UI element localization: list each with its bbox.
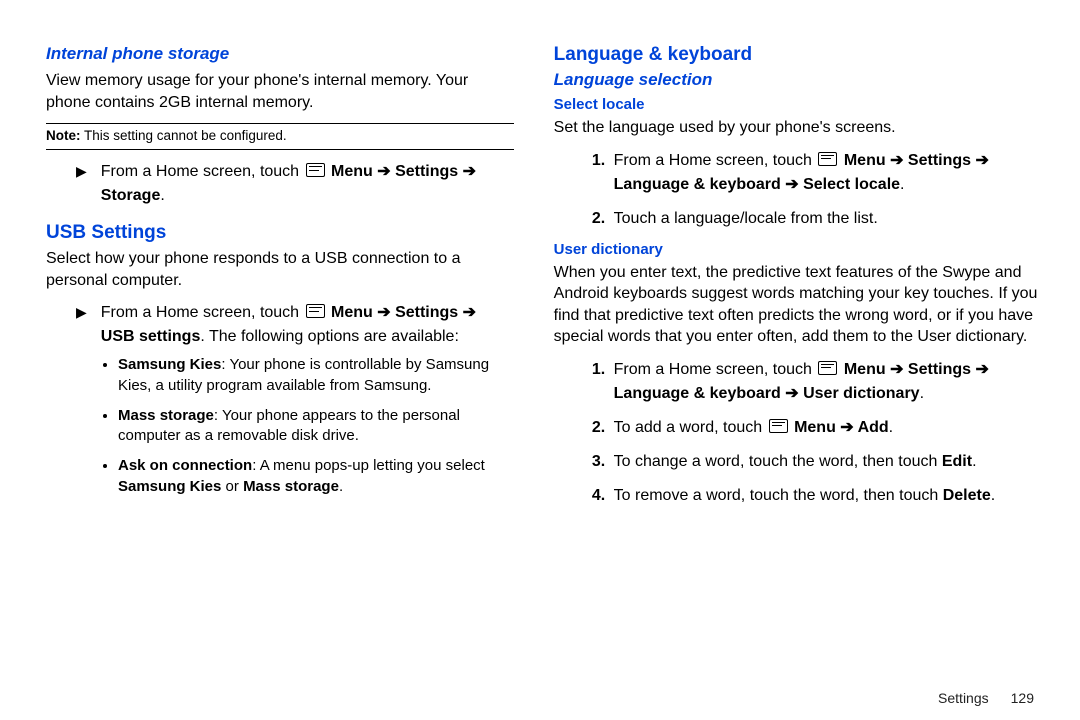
lk-label: Language & keyboard bbox=[614, 176, 781, 193]
arrow-icon: ➔ bbox=[781, 385, 803, 402]
text-fragment: . bbox=[889, 419, 893, 436]
text-fragment: . bbox=[920, 385, 924, 402]
list-item: Mass storage: Your phone appears to the … bbox=[118, 406, 514, 447]
arrow-icon: ➔ bbox=[458, 163, 476, 180]
menu-label: Menu bbox=[331, 163, 373, 180]
menu-icon bbox=[818, 152, 837, 166]
userdict-steps: From a Home screen, touch Menu ➔ Setting… bbox=[554, 358, 1040, 508]
delete-label: Delete bbox=[943, 487, 991, 504]
add-label: Add bbox=[858, 419, 889, 436]
footer-page-number: 129 bbox=[1011, 690, 1034, 706]
text-fragment: : A menu pops-up letting you select bbox=[252, 457, 485, 474]
text-fragment: From a Home screen, touch bbox=[101, 304, 304, 321]
right-column: Language & keyboard Language selection S… bbox=[554, 44, 1040, 720]
text-fragment: To add a word, touch bbox=[614, 419, 767, 436]
storage-label: Storage bbox=[101, 187, 161, 204]
settings-label: Settings bbox=[908, 152, 971, 169]
menu-label: Menu bbox=[844, 152, 886, 169]
para-locale: Set the language used by your phone's sc… bbox=[554, 117, 1040, 139]
para-user-dictionary: When you enter text, the predictive text… bbox=[554, 262, 1040, 348]
menu-label: Menu bbox=[844, 361, 886, 378]
text-fragment: . bbox=[160, 187, 164, 204]
para-usb: Select how your phone responds to a USB … bbox=[46, 248, 514, 291]
lk-label: Language & keyboard bbox=[614, 385, 781, 402]
option-label: Ask on connection bbox=[118, 457, 252, 474]
page-root: Internal phone storage View memory usage… bbox=[0, 0, 1080, 720]
usb-options-list: Samsung Kies: Your phone is controllable… bbox=[46, 355, 514, 497]
divider-top bbox=[46, 123, 514, 124]
step-usb: ▶ From a Home screen, touch Menu ➔ Setti… bbox=[76, 301, 514, 349]
step-storage: ▶ From a Home screen, touch Menu ➔ Setti… bbox=[76, 160, 514, 208]
list-item: Touch a language/locale from the list. bbox=[610, 207, 1040, 231]
locale-steps: From a Home screen, touch Menu ➔ Setting… bbox=[554, 149, 1040, 231]
settings-label: Settings bbox=[395, 304, 458, 321]
triangle-icon: ▶ bbox=[76, 301, 87, 325]
text-fragment: To change a word, touch the word, then t… bbox=[614, 453, 942, 470]
option-label: Samsung Kies bbox=[118, 478, 221, 495]
list-item: Samsung Kies: Your phone is controllable… bbox=[118, 355, 514, 396]
divider-bottom bbox=[46, 149, 514, 150]
para-internal-storage: View memory usage for your phone's inter… bbox=[46, 70, 514, 113]
select-locale-label: Select locale bbox=[803, 176, 900, 193]
heading-select-locale: Select locale bbox=[554, 96, 1040, 113]
text-fragment: . bbox=[339, 478, 343, 495]
arrow-icon: ➔ bbox=[458, 304, 476, 321]
note-line: Note: This setting cannot be configured. bbox=[46, 128, 514, 143]
option-label: Mass storage bbox=[243, 478, 339, 495]
list-item: From a Home screen, touch Menu ➔ Setting… bbox=[610, 149, 1040, 197]
text-fragment: From a Home screen, touch bbox=[614, 361, 817, 378]
text-fragment: From a Home screen, touch bbox=[101, 163, 304, 180]
step-usb-text: From a Home screen, touch Menu ➔ Setting… bbox=[101, 301, 514, 349]
menu-icon bbox=[306, 163, 325, 177]
heading-usb-settings: USB Settings bbox=[46, 222, 514, 244]
left-column: Internal phone storage View memory usage… bbox=[46, 44, 514, 720]
text-fragment: From a Home screen, touch bbox=[614, 152, 817, 169]
menu-icon bbox=[769, 419, 788, 433]
arrow-icon: ➔ bbox=[971, 152, 989, 169]
arrow-icon: ➔ bbox=[836, 419, 858, 436]
triangle-icon: ▶ bbox=[76, 160, 87, 184]
list-item: From a Home screen, touch Menu ➔ Setting… bbox=[610, 358, 1040, 406]
page-footer: Settings 129 bbox=[938, 690, 1034, 706]
arrow-icon: ➔ bbox=[373, 163, 395, 180]
text-fragment: . bbox=[991, 487, 995, 504]
note-label: Note: bbox=[46, 128, 81, 143]
footer-section: Settings bbox=[938, 690, 989, 706]
settings-label: Settings bbox=[908, 361, 971, 378]
menu-label: Menu bbox=[794, 419, 836, 436]
arrow-icon: ➔ bbox=[886, 152, 908, 169]
user-dictionary-label: User dictionary bbox=[803, 385, 919, 402]
option-label: Mass storage bbox=[118, 407, 214, 424]
heading-language-selection: Language selection bbox=[554, 70, 1040, 90]
usb-settings-label: USB settings bbox=[101, 328, 201, 345]
text-fragment: . bbox=[972, 453, 976, 470]
step-storage-text: From a Home screen, touch Menu ➔ Setting… bbox=[101, 160, 514, 208]
text-fragment: . bbox=[900, 176, 904, 193]
heading-user-dictionary: User dictionary bbox=[554, 241, 1040, 258]
settings-label: Settings bbox=[395, 163, 458, 180]
arrow-icon: ➔ bbox=[373, 304, 395, 321]
option-label: Samsung Kies bbox=[118, 356, 221, 373]
menu-icon bbox=[818, 361, 837, 375]
list-item: Ask on connection: A menu pops-up lettin… bbox=[118, 456, 514, 497]
list-item: To remove a word, touch the word, then t… bbox=[610, 484, 1040, 508]
list-item: To add a word, touch Menu ➔ Add. bbox=[610, 416, 1040, 440]
heading-internal-storage: Internal phone storage bbox=[46, 44, 514, 64]
edit-label: Edit bbox=[942, 453, 972, 470]
text-fragment: To remove a word, touch the word, then t… bbox=[614, 487, 943, 504]
heading-language-keyboard: Language & keyboard bbox=[554, 44, 1040, 66]
text-fragment: or bbox=[221, 478, 243, 495]
arrow-icon: ➔ bbox=[971, 361, 989, 378]
menu-icon bbox=[306, 304, 325, 318]
list-item: To change a word, touch the word, then t… bbox=[610, 450, 1040, 474]
arrow-icon: ➔ bbox=[781, 176, 803, 193]
text-fragment: . The following options are available: bbox=[200, 328, 459, 345]
arrow-icon: ➔ bbox=[886, 361, 908, 378]
menu-label: Menu bbox=[331, 304, 373, 321]
note-text: This setting cannot be configured. bbox=[81, 128, 287, 143]
